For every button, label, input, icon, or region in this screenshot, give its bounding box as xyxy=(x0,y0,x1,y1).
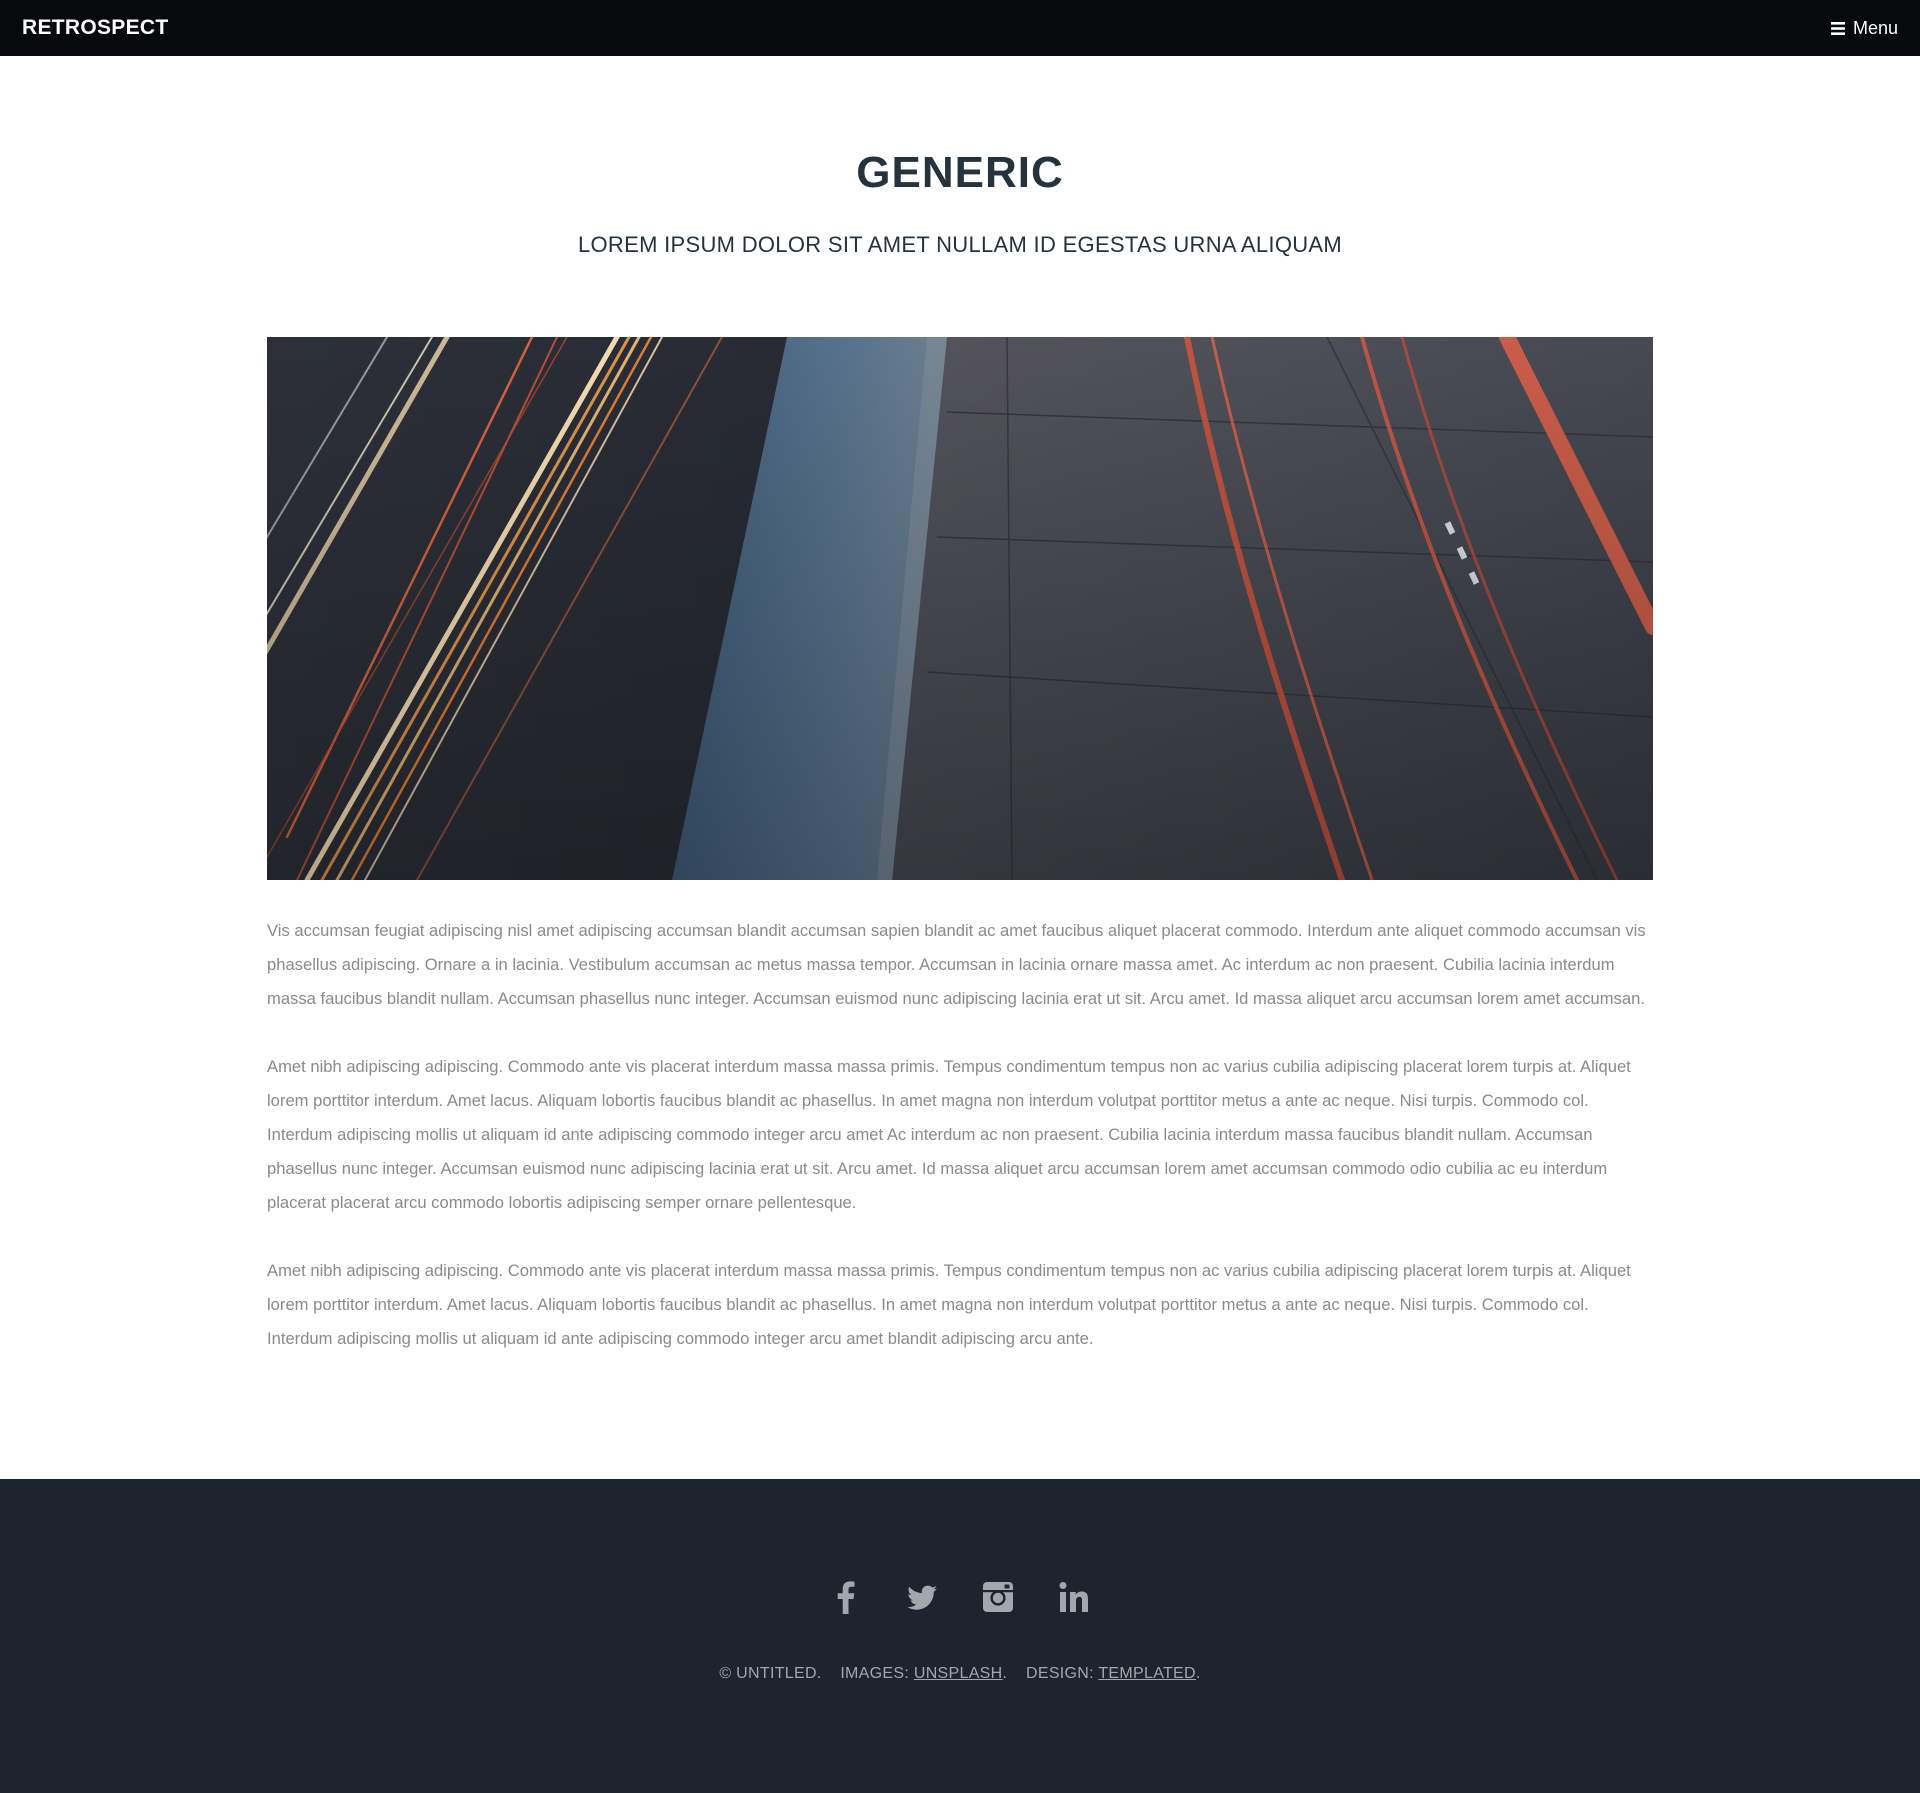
main-content: GENERIC LOREM IPSUM DOLOR SIT AMET NULLA… xyxy=(0,56,1920,1479)
paragraph: Vis accumsan feugiat adipiscing nisl ame… xyxy=(267,921,1646,1008)
images-credit: IMAGES: UNSPLASH. xyxy=(840,1665,1007,1682)
menu-button[interactable]: Menu xyxy=(1830,17,1898,39)
page-subtitle: LOREM IPSUM DOLOR SIT AMET NULLAM ID EGE… xyxy=(577,232,1343,257)
top-navbar: RETROSPECT Menu xyxy=(0,0,1920,56)
paragraph: Amet nibh adipiscing adipiscing. Commodo… xyxy=(267,1261,1631,1348)
linkedin-icon[interactable] xyxy=(1056,1579,1092,1615)
copyright-text: © UNTITLED. xyxy=(719,1665,822,1682)
menu-label: Menu xyxy=(1852,17,1898,38)
article-body: Vis accumsan feugiat adipiscing nisl ame… xyxy=(267,914,1653,1390)
hero-image xyxy=(267,337,1653,880)
templated-link[interactable]: TEMPLATED xyxy=(1098,1665,1196,1682)
site-footer: © UNTITLED. IMAGES: UNSPLASH. DESIGN: TE… xyxy=(0,1479,1920,1793)
site-logo[interactable]: RETROSPECT xyxy=(22,16,169,40)
page-title: GENERIC xyxy=(856,148,1064,197)
copyright: © UNTITLED. IMAGES: UNSPLASH. DESIGN: TE… xyxy=(0,1665,1920,1683)
facebook-icon[interactable] xyxy=(828,1579,864,1615)
period: . xyxy=(1195,1665,1201,1682)
twitter-icon[interactable] xyxy=(904,1579,940,1615)
paragraph: Amet nibh adipiscing adipiscing. Commodo… xyxy=(267,1057,1631,1212)
period: . xyxy=(1002,1665,1008,1682)
hamburger-icon xyxy=(1830,21,1845,35)
images-label: IMAGES: xyxy=(840,1665,910,1682)
design-label: DESIGN: xyxy=(1026,1665,1094,1682)
instagram-icon[interactable] xyxy=(980,1579,1016,1615)
design-credit: DESIGN: TEMPLATED. xyxy=(1026,1665,1201,1682)
social-links xyxy=(0,1579,1920,1615)
unsplash-link[interactable]: UNSPLASH xyxy=(914,1665,1003,1682)
